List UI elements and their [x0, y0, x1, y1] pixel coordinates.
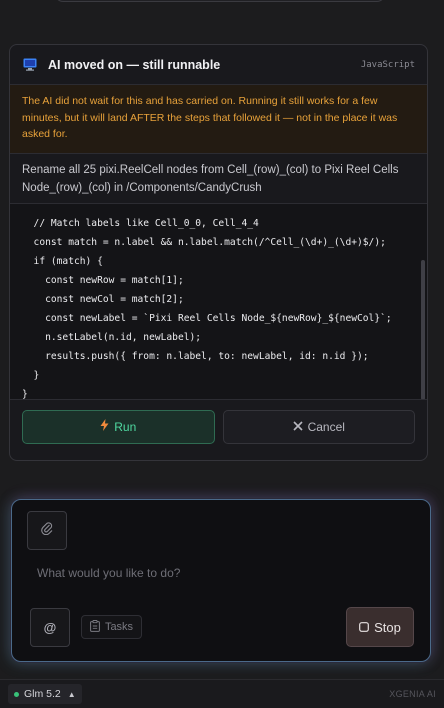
code-line: const newLabel = `Pixi Reel Cells Node_$… [22, 312, 392, 324]
model-name: Glm 5.2 [24, 688, 61, 700]
code-line: if (match) { [22, 255, 103, 267]
code-line: const match = n.label && n.label.match(/… [22, 236, 386, 248]
run-label: Run [114, 419, 137, 434]
tasks-button[interactable]: Tasks [81, 615, 142, 639]
status-dot [14, 691, 19, 697]
cancel-button[interactable]: Cancel [222, 409, 415, 444]
card-title: AI moved on — still runnable [48, 57, 221, 72]
code-content: // Match labels like Cell_0_0, Cell_4_4 … [10, 204, 427, 400]
card-header: AI moved on — still runnable JavaScript [10, 45, 427, 85]
brand-label: XGENIA AI [389, 689, 436, 699]
previous-card-edge [55, 0, 385, 2]
at-sign-icon: @ [43, 620, 57, 635]
action-buttons: Run Cancel [10, 400, 427, 454]
code-line: // Match labels like Cell_0_0, Cell_4_4 [22, 217, 259, 229]
code-block[interactable]: // Match labels like Cell_0_0, Cell_4_4 … [10, 203, 427, 400]
caret-up-icon: ▲ [67, 689, 76, 699]
paperclip-icon [41, 521, 53, 540]
tasks-label: Tasks [104, 621, 134, 633]
code-line: } [22, 388, 28, 400]
prompt-composer: What would you like to do? @ Tasks Stop [11, 499, 431, 662]
model-selector[interactable]: Glm 5.2 ▲ [8, 684, 82, 704]
attach-button[interactable] [27, 511, 67, 550]
code-line: const newCol = match[2]; [22, 293, 184, 305]
cancel-label: Cancel [307, 419, 345, 434]
run-button[interactable]: Run [22, 409, 215, 444]
code-scrollbar[interactable] [421, 259, 425, 399]
code-line: } [22, 369, 40, 381]
task-description: Rename all 25 pixi.ReelCell nodes from C… [10, 154, 427, 204]
runnable-code-card: AI moved on — still runnable JavaScript … [9, 44, 428, 461]
monitor-icon [22, 57, 38, 73]
clipboard-icon [90, 619, 100, 635]
prompt-input[interactable]: What would you like to do? [37, 566, 180, 580]
status-bar: Glm 5.2 ▲ XGENIA AI [0, 679, 444, 708]
stop-button[interactable]: Stop [346, 607, 414, 647]
lightning-icon [100, 419, 109, 434]
stop-icon [359, 620, 370, 635]
stop-label: Stop [374, 619, 401, 635]
close-icon [292, 420, 303, 434]
mention-button[interactable]: @ [30, 608, 70, 647]
language-tag: JavaScript [360, 59, 415, 70]
code-line: results.push({ from: n.label, to: newLab… [22, 350, 369, 362]
code-line: const newRow = match[1]; [22, 274, 184, 286]
warning-message: The AI did not wait for this and has car… [10, 85, 427, 154]
code-line: n.setLabel(n.id, newLabel); [22, 331, 202, 343]
